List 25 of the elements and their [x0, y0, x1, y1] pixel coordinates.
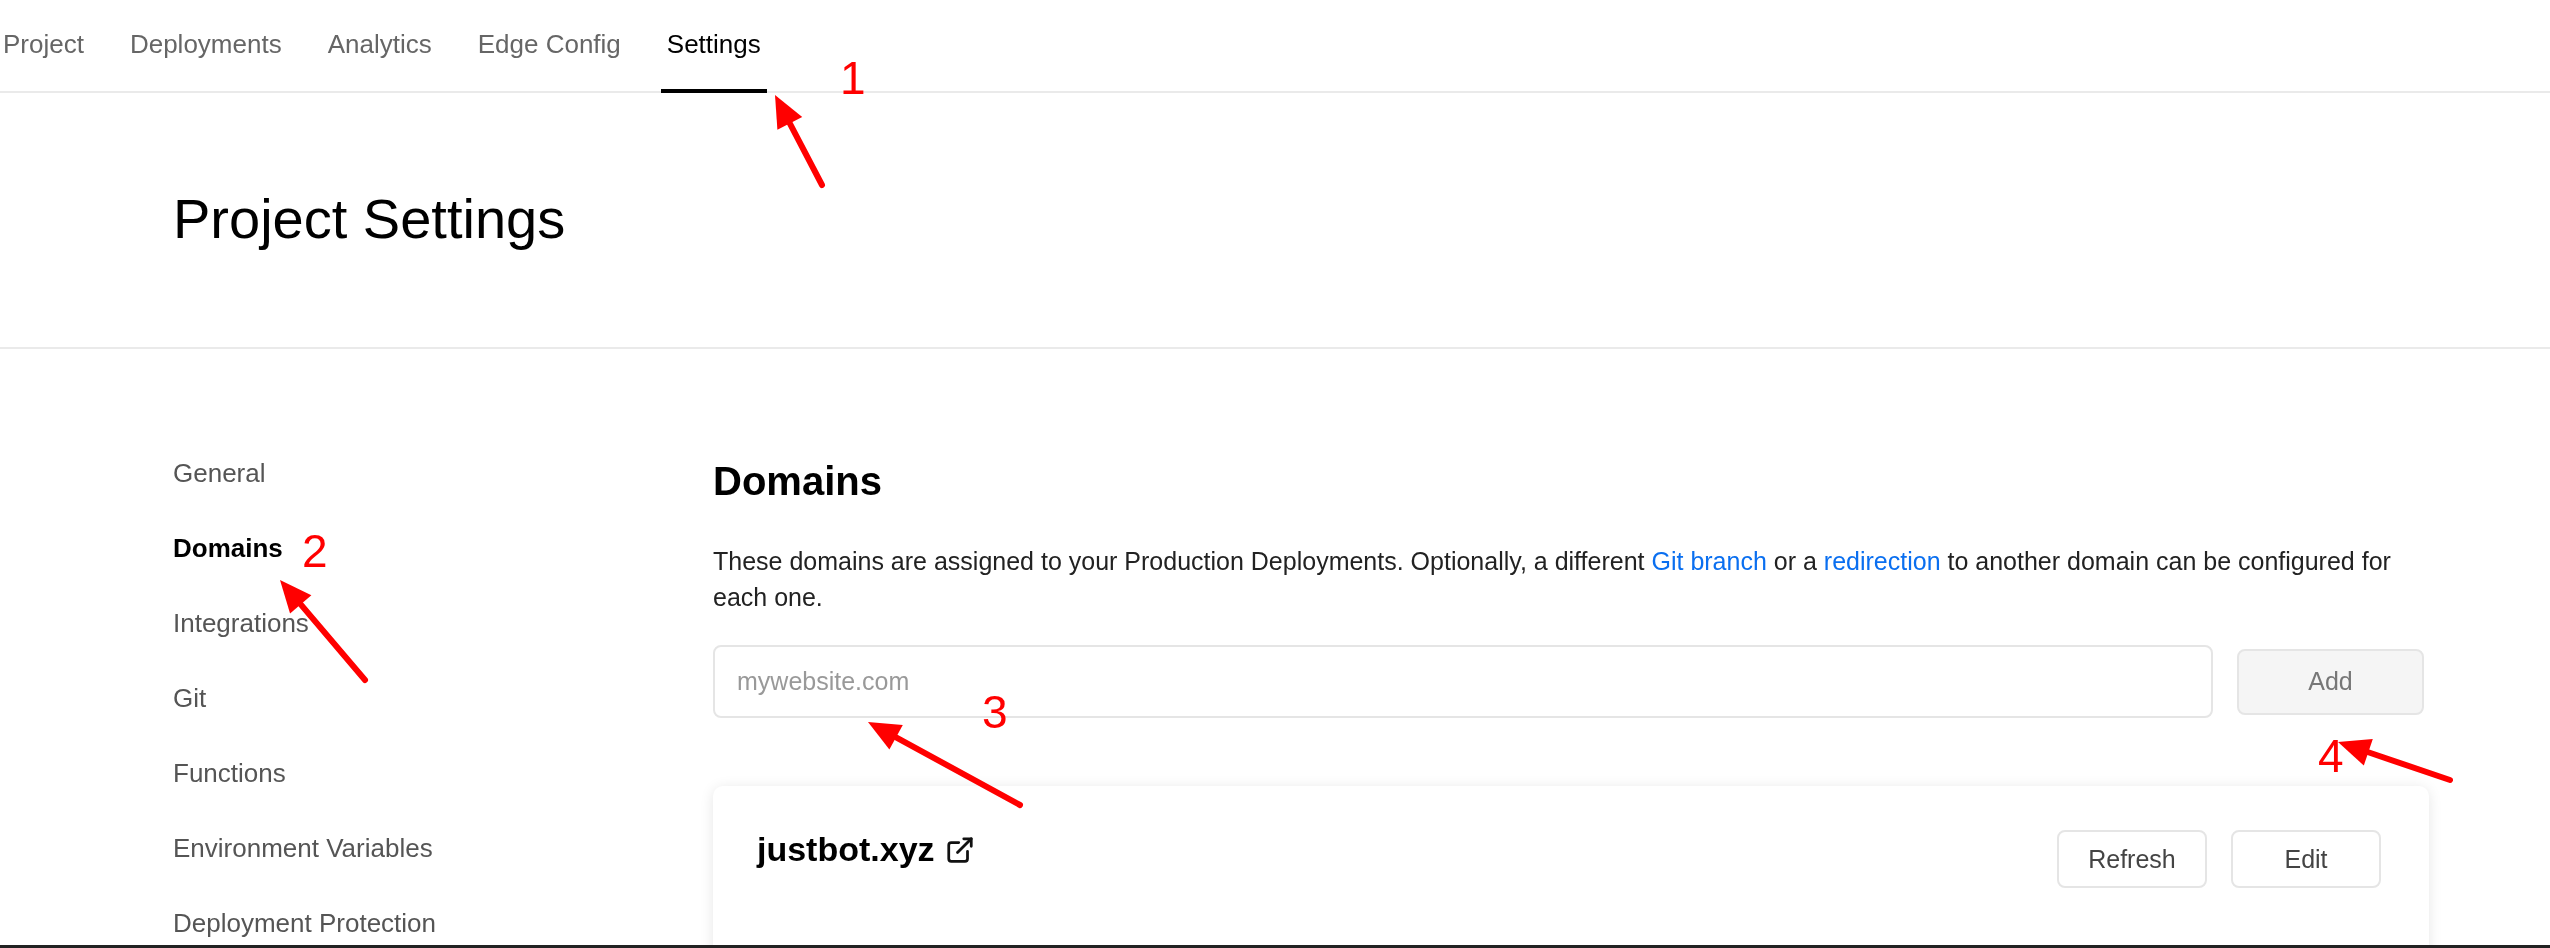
nav-tab[interactable]: Analytics — [327, 0, 432, 93]
card-button[interactable]: Refresh — [2057, 830, 2207, 888]
nav-tab[interactable]: Settings — [660, 0, 767, 93]
annotation-number: 1 — [840, 52, 866, 104]
add-button[interactable]: Add — [2237, 648, 2424, 715]
nav-tab[interactable]: Project — [3, 0, 84, 93]
sidebar-item[interactable]: Deployment Protection — [173, 907, 437, 939]
page-title: Project Settings — [173, 185, 566, 251]
sidebar-item[interactable]: Integrations — [173, 607, 309, 639]
card-button[interactable]: Edit — [2231, 830, 2381, 888]
sidebar-item[interactable]: Functions — [173, 757, 286, 789]
nav-tab[interactable]: Edge Config — [477, 0, 621, 93]
text-link[interactable]: redirection — [1823, 547, 1941, 575]
text-link[interactable]: Git branch — [1651, 547, 1767, 575]
annotation-number: 2 — [302, 525, 328, 577]
sidebar-item[interactable]: General — [173, 457, 266, 489]
annotation-number: 4 — [2318, 730, 2344, 782]
nav-tab[interactable]: Deployments — [129, 0, 282, 93]
section-heading: Domains — [713, 458, 883, 505]
sidebar-item[interactable]: Domains — [173, 532, 283, 564]
description-text: These domains are assigned to your Production Deployments. Optionally, a different Git branch or a redirection to another domain can be configured for each one. — [713, 546, 2392, 613]
external-link-icon[interactable] — [944, 834, 975, 865]
sidebar-item[interactable]: Git — [173, 682, 207, 714]
sidebar-item[interactable]: Environment Variables — [173, 832, 433, 864]
domain-name: justbot.xyz — [757, 830, 935, 869]
